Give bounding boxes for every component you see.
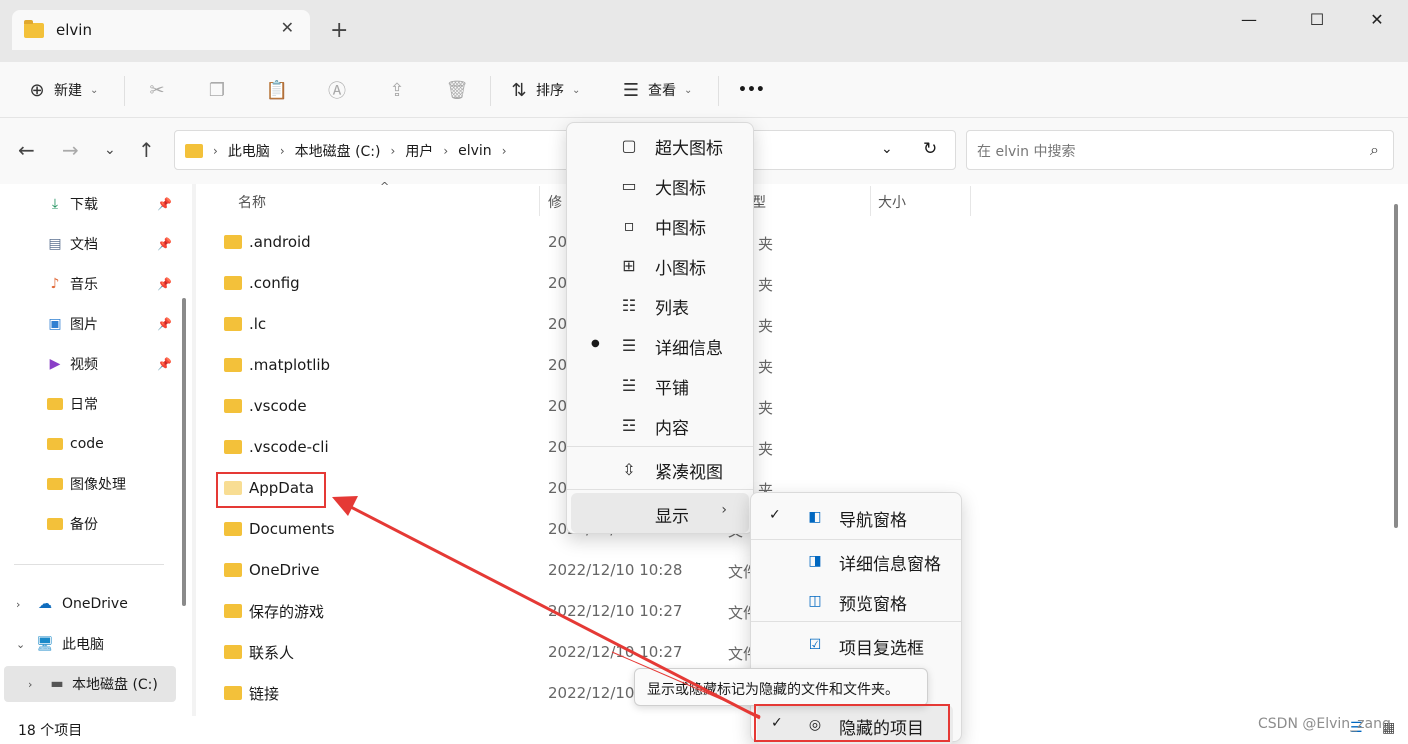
annotation-arrow [332,496,761,720]
watermark: CSDN @Elvin_zang [1258,716,1391,732]
